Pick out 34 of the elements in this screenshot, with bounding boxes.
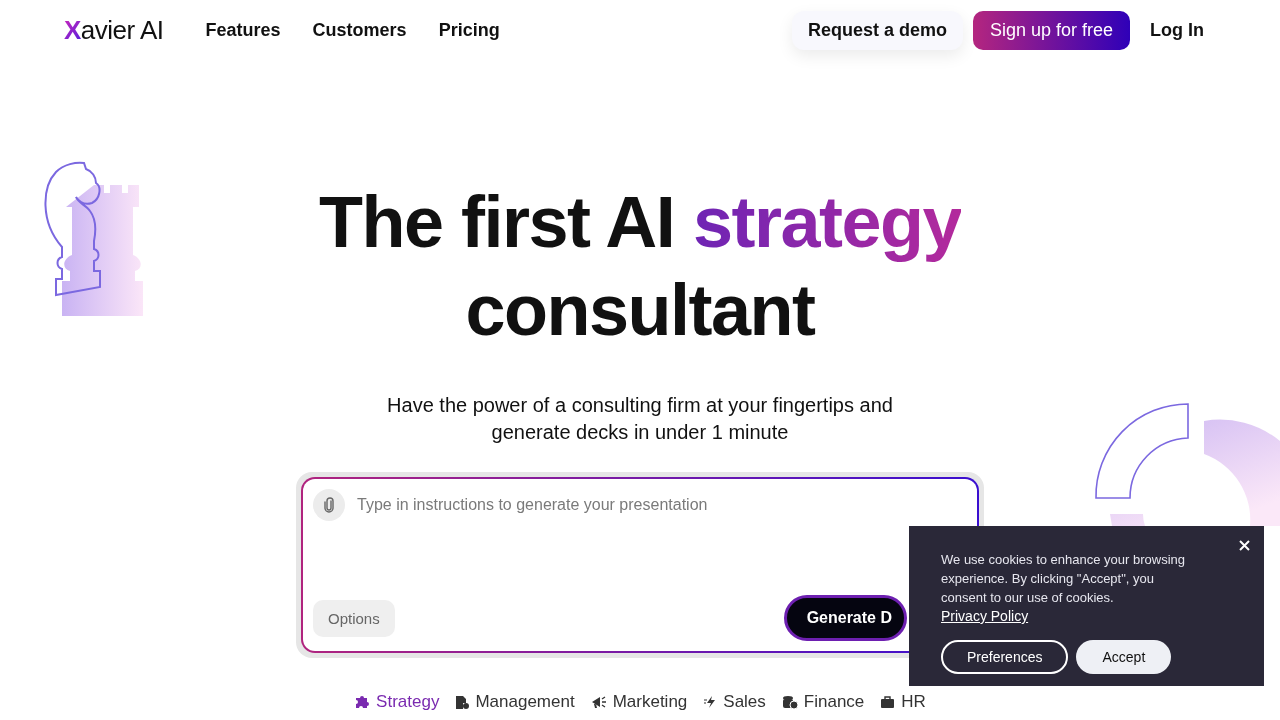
paperclip-icon xyxy=(323,497,335,513)
nav-link[interactable]: Pricing xyxy=(438,19,500,41)
logo[interactable]: Xavier AI xyxy=(64,14,164,46)
category-label: Marketing xyxy=(612,692,688,712)
category-label: Management xyxy=(475,692,575,712)
accept-button[interactable]: Accept xyxy=(1076,640,1172,674)
category-label: Sales xyxy=(723,692,766,712)
sign-up-button[interactable]: Sign up for free xyxy=(972,10,1130,50)
megaphone-icon xyxy=(590,695,607,709)
attach-button[interactable] xyxy=(313,489,345,521)
request-demo-button[interactable]: Request a demo xyxy=(791,10,963,50)
briefcase-icon xyxy=(880,695,896,709)
hero-title: The first AI strategy consultant xyxy=(319,181,961,352)
puzzle-icon xyxy=(354,695,371,709)
coins-icon xyxy=(781,694,798,710)
category-label: Strategy xyxy=(376,692,440,712)
close-icon[interactable] xyxy=(1237,538,1252,553)
generate-button[interactable]: Generate D xyxy=(783,595,907,641)
category-tab[interactable]: Finance xyxy=(781,692,865,712)
log-in-link[interactable]: Log In xyxy=(1150,19,1204,41)
document-icon xyxy=(455,694,470,710)
category-label: Finance xyxy=(803,692,865,712)
category-tab[interactable]: HR xyxy=(880,692,926,712)
nav-link[interactable]: Features xyxy=(205,19,281,41)
category-label: HR xyxy=(901,692,926,712)
category-tab[interactable]: Marketing xyxy=(590,692,688,712)
category-tab[interactable]: Sales xyxy=(703,692,766,712)
options-button[interactable]: Options xyxy=(313,599,395,637)
bolt-icon xyxy=(703,695,718,709)
category-tab[interactable]: Management xyxy=(455,692,575,712)
hero-subtitle: Have the power of a consulting firm at your fingertips and generate decks in under 1 minute xyxy=(386,393,894,445)
nav-link[interactable]: Customers xyxy=(312,19,407,41)
category-tab[interactable]: Strategy xyxy=(354,692,440,712)
preferences-button[interactable]: Preferences xyxy=(941,640,1069,674)
